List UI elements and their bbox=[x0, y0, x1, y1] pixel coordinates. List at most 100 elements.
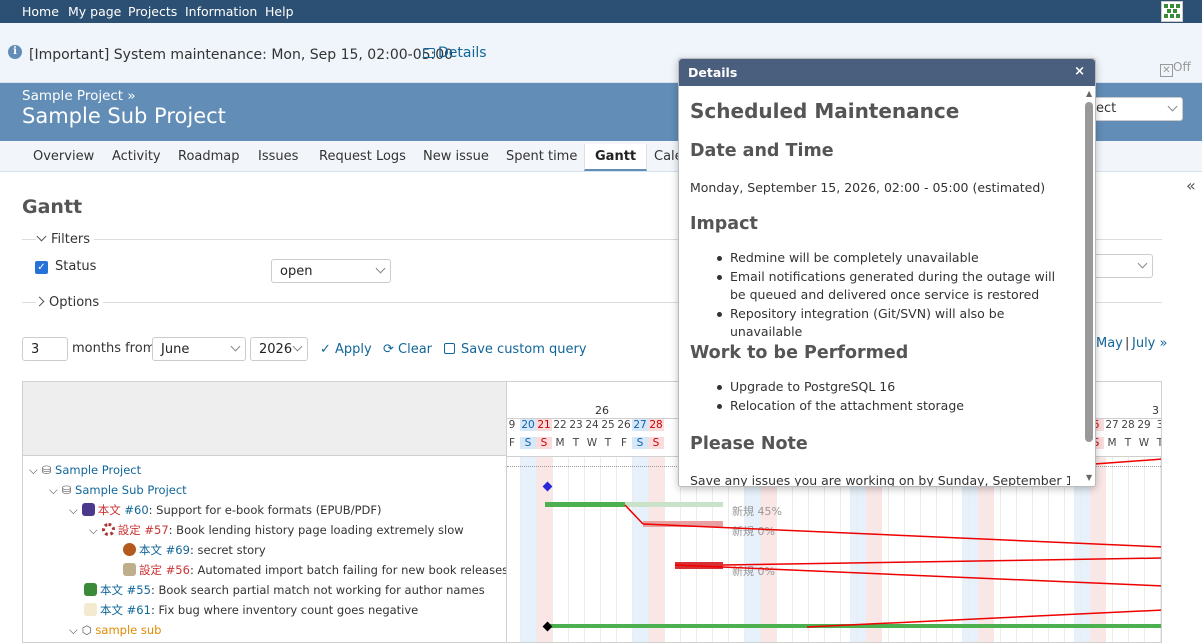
months-input[interactable]: 3 bbox=[22, 337, 68, 361]
chevron-down-icon bbox=[375, 263, 386, 274]
month-select[interactable]: June bbox=[152, 337, 246, 361]
tracker-name: 本文 bbox=[139, 543, 162, 557]
date-heading: Date and Time bbox=[690, 141, 834, 161]
status-filter-label: Status bbox=[55, 259, 97, 274]
apply-label: Apply bbox=[335, 342, 372, 357]
impact-item: Redmine will be completely unavailable bbox=[690, 249, 1070, 268]
chevron-down-icon: ⌵ bbox=[49, 483, 58, 497]
status-operator-select[interactable]: open bbox=[271, 259, 391, 283]
months-from-label: months from bbox=[72, 341, 156, 356]
top-menu-projects[interactable]: Projects bbox=[128, 4, 177, 19]
tab-overview[interactable]: Overview bbox=[33, 149, 94, 164]
issue-link[interactable]: #56 bbox=[166, 563, 190, 577]
gantt-row-issue[interactable]: ⌵ 本文 #60: Support for e-book formats (EPU… bbox=[69, 502, 381, 518]
top-menu-my-page[interactable]: My page bbox=[68, 4, 121, 19]
next-month-link[interactable]: July » bbox=[1132, 336, 1167, 351]
gantt-row-issue[interactable]: ⌵ 設定 #57: Book lending history page loadi… bbox=[89, 522, 464, 538]
chevron-down-icon bbox=[292, 341, 303, 352]
scroll-down-icon[interactable]: ▼ bbox=[1086, 473, 1092, 482]
project-link[interactable]: Sample Project bbox=[55, 463, 141, 477]
chevron-down-icon bbox=[1137, 258, 1148, 269]
info-icon: i bbox=[8, 45, 22, 59]
close-icon[interactable]: × bbox=[1074, 64, 1085, 79]
tracker-name: 設定 bbox=[139, 563, 162, 577]
tracker-name: 本文 bbox=[97, 503, 121, 517]
notice-details-label: Details bbox=[438, 45, 487, 61]
top-menu-information[interactable]: Information bbox=[185, 4, 257, 19]
tracker-icon bbox=[123, 563, 136, 576]
notice-off-button[interactable]: ✕ Off bbox=[1160, 60, 1191, 77]
previous-month-link[interactable]: May bbox=[1096, 336, 1123, 351]
options-toggle[interactable]: Options bbox=[34, 295, 104, 310]
chevron-down-icon: ⌵ bbox=[69, 623, 78, 637]
checkmark-icon: ✓ bbox=[320, 342, 336, 357]
issue-link[interactable]: #61 bbox=[127, 603, 151, 617]
year-select[interactable]: 2026 bbox=[250, 337, 308, 361]
issue-link[interactable]: #60 bbox=[124, 503, 148, 517]
chevron-down-icon: ⌵ bbox=[69, 503, 78, 517]
save-query-button[interactable]: Save custom query bbox=[444, 342, 587, 357]
impact-item: Email notifications generated during the… bbox=[690, 268, 1070, 305]
work-list: Upgrade to PostgreSQL 16 Relocation of t… bbox=[690, 378, 1070, 415]
dialog-content: Scheduled Maintenance Date and Time Mond… bbox=[690, 86, 1070, 486]
notice-text: [Important] System maintenance: Mon, Sep… bbox=[29, 47, 454, 63]
gantt-row-issue[interactable]: 設定 #56: Automated import batch failing f… bbox=[123, 562, 508, 578]
subproject-link[interactable]: Sample Sub Project bbox=[75, 483, 187, 497]
gantt-row-issue[interactable]: 本文 #69: secret story bbox=[123, 542, 266, 558]
clear-button[interactable]: ⟳ Clear bbox=[383, 342, 432, 357]
notice-details-link[interactable]: Details bbox=[423, 45, 487, 61]
gantt-subjects-header bbox=[23, 382, 507, 456]
scrollbar-thumb[interactable] bbox=[1085, 102, 1093, 442]
add-filter-select[interactable] bbox=[1090, 254, 1153, 278]
tab-roadmap[interactable]: Roadmap bbox=[178, 149, 240, 164]
issue-link[interactable]: #69 bbox=[166, 543, 190, 557]
top-menu-help[interactable]: Help bbox=[265, 4, 294, 19]
work-item: Upgrade to PostgreSQL 16 bbox=[690, 378, 1070, 397]
comment-icon bbox=[423, 48, 435, 58]
issue-subject: : Book search partial match not working … bbox=[150, 583, 485, 597]
issue-link[interactable]: #55 bbox=[127, 583, 151, 597]
gantt-row-subproject[interactable]: ⌵ ⛁ Sample Sub Project bbox=[49, 483, 187, 498]
version-link[interactable]: sample sub bbox=[95, 623, 161, 637]
work-heading: Work to be Performed bbox=[690, 343, 909, 363]
top-menu-home[interactable]: Home bbox=[22, 4, 59, 19]
filters-legend-label: Filters bbox=[51, 232, 90, 247]
details-dialog: Details × Scheduled Maintenance Date and… bbox=[678, 58, 1096, 487]
gantt-subjects: ⌵ ⛁ Sample Project ⌵ ⛁ Sample Sub Project … bbox=[22, 381, 508, 643]
tab-request-logs[interactable]: Request Logs bbox=[319, 149, 406, 164]
tab-gantt[interactable]: Gantt bbox=[584, 144, 648, 171]
project-icon: ⛁ bbox=[41, 463, 56, 477]
tab-issues[interactable]: Issues bbox=[258, 149, 298, 164]
gantt-row-version[interactable]: ⌵ ⬡ sample sub bbox=[69, 623, 161, 638]
scroll-up-icon[interactable]: ▲ bbox=[1086, 89, 1092, 98]
issue-subject: : Fix bug where inventory count goes neg… bbox=[150, 603, 419, 617]
project-jump-label: ect bbox=[1096, 101, 1117, 116]
sidebar-collapse-icon[interactable]: « bbox=[1186, 176, 1196, 195]
tracker-name: 設定 bbox=[117, 523, 141, 537]
tab-new-issue[interactable]: New issue bbox=[423, 149, 489, 164]
dialog-scrollbar[interactable]: ▲ ▼ bbox=[1085, 89, 1093, 482]
maintenance-heading: Scheduled Maintenance bbox=[690, 99, 960, 123]
gantt-row-issue[interactable]: 本文 #61: Fix bug where inventory count go… bbox=[84, 602, 418, 618]
tracker-icon bbox=[81, 503, 95, 516]
user-avatar[interactable] bbox=[1161, 1, 1183, 22]
gantt-row-project[interactable]: ⌵ ⛁ Sample Project bbox=[29, 463, 141, 478]
gantt-row-issue[interactable]: 本文 #55: Book search partial match not wo… bbox=[84, 582, 485, 598]
chevron-down-icon: ⌵ bbox=[89, 523, 98, 537]
note-text: Save any issues you are working on by Su… bbox=[690, 473, 1070, 486]
apply-button[interactable]: ✓ Apply bbox=[320, 342, 372, 357]
filters-toggle[interactable]: Filters bbox=[36, 231, 94, 247]
tracker-icon bbox=[84, 603, 97, 616]
reload-icon: ⟳ bbox=[383, 342, 399, 357]
breadcrumb-parent-project[interactable]: Sample Project » bbox=[22, 88, 136, 104]
tab-spent-time[interactable]: Spent time bbox=[506, 149, 577, 164]
dialog-title: Details bbox=[688, 65, 738, 80]
save-query-label: Save custom query bbox=[461, 342, 587, 357]
package-icon: ⬡ bbox=[81, 623, 96, 637]
status-filter-checkbox[interactable]: ✓ bbox=[35, 261, 48, 274]
issue-link[interactable]: #57 bbox=[144, 523, 168, 537]
tab-activity[interactable]: Activity bbox=[112, 149, 161, 164]
note-heading: Please Note bbox=[690, 434, 808, 454]
issue-subject: : secret story bbox=[189, 543, 266, 557]
project-title: Sample Sub Project bbox=[22, 104, 226, 128]
